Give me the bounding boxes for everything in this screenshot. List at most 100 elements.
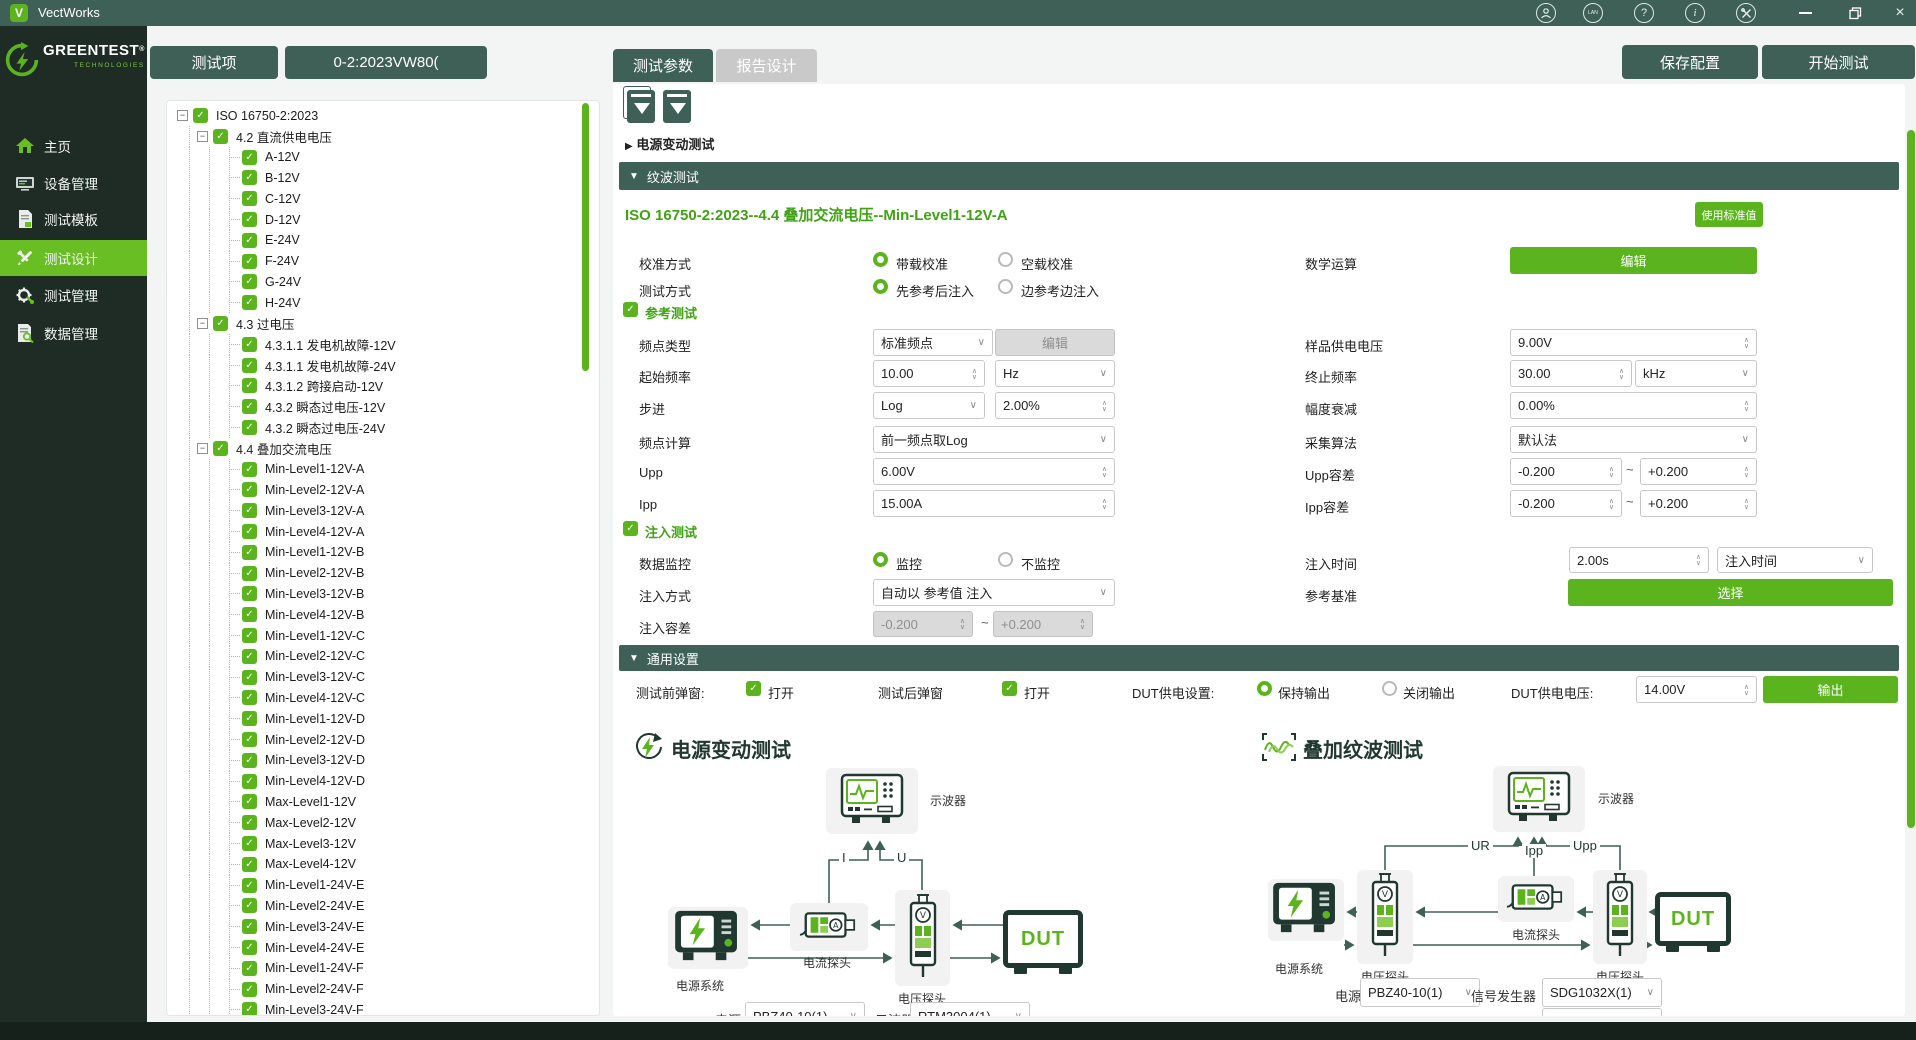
expander-icon[interactable]: − (177, 110, 188, 121)
tree-item[interactable]: Min-Level1-12V-C (167, 625, 365, 646)
upp-tol-min-input[interactable]: -0.200∧∨ (1510, 458, 1622, 485)
pre-popup-checkbox[interactable] (746, 681, 761, 696)
tree-item-label[interactable]: Max-Level2-12V (265, 816, 356, 830)
tree-item-label[interactable]: Min-Level1-12V-A (265, 462, 364, 476)
section-general-header[interactable]: ▼ 通用设置 (619, 645, 1899, 671)
end-freq-input[interactable]: 30.00∧∨ (1510, 360, 1632, 387)
sidebar-item-data[interactable]: 数据管理 (0, 315, 147, 351)
tree-checkbox[interactable] (242, 836, 257, 851)
tree-item-label[interactable]: Min-Level2-12V-C (265, 649, 365, 663)
tree-item[interactable]: Min-Level3-12V-A (167, 500, 364, 521)
tree-item[interactable]: − ISO 16750-2:2023 (167, 105, 318, 126)
tree-checkbox[interactable] (242, 857, 257, 872)
tree-checkbox[interactable] (242, 690, 257, 705)
section-ripple-header[interactable]: ▼ 纹波测试 (619, 162, 1899, 190)
tree-checkbox[interactable] (242, 399, 257, 414)
tree-checkbox[interactable] (242, 670, 257, 685)
sample-voltage-input[interactable]: 9.00V∧∨ (1510, 329, 1757, 356)
tree-checkbox[interactable] (242, 649, 257, 664)
tree-checkbox[interactable] (242, 586, 257, 601)
atten-input[interactable]: 0.00%∧∨ (1510, 392, 1757, 419)
tree-checkbox[interactable] (242, 420, 257, 435)
tree-item-label[interactable]: 4.3.1.1 发电机故障-24V (265, 356, 396, 375)
tree-item[interactable]: Min-Level2-12V-B (167, 563, 364, 584)
tree-item[interactable]: Min-Level1-24V-E (167, 875, 364, 896)
tree-item[interactable]: B-12V (167, 167, 300, 188)
tree-item-label[interactable]: Min-Level3-12V-D (265, 753, 365, 767)
tree-item[interactable]: Min-Level4-12V-B (167, 604, 364, 625)
ipp-input[interactable]: 15.00A∧∨ (873, 490, 1115, 517)
minimize-icon[interactable] (1795, 3, 1815, 23)
radio-noload-cal[interactable] (998, 252, 1013, 267)
tree-checkbox[interactable] (242, 503, 257, 518)
tree-item[interactable]: Min-Level3-12V-C (167, 667, 365, 688)
tree-checkbox[interactable] (242, 295, 257, 310)
tree-item-label[interactable]: Min-Level3-24V-F (265, 1003, 364, 1016)
inject-time-unit-select[interactable]: 注入时间∨ (1717, 547, 1873, 573)
tree-item-label[interactable]: B-12V (265, 171, 300, 185)
radio-ref-while[interactable] (998, 279, 1013, 294)
tree-item[interactable]: −4.2 直流供电电压 (167, 126, 332, 147)
dut-voltage-input[interactable]: 14.00V∧∨ (1636, 676, 1757, 703)
tree-checkbox[interactable] (242, 919, 257, 934)
tree-item-label[interactable]: ISO 16750-2:2023 (216, 109, 318, 123)
start-test-button[interactable]: 开始测试 (1762, 45, 1915, 79)
lan-network-icon[interactable]: LAN (1583, 3, 1603, 23)
tree-checkbox[interactable] (242, 878, 257, 893)
tree-item-label[interactable]: Min-Level1-12V-C (265, 629, 365, 643)
freq-calc-select[interactable]: 前一频点取Log∨ (873, 426, 1115, 453)
tree-checkbox[interactable] (242, 961, 257, 976)
tree-item-label[interactable]: Min-Level1-12V-B (265, 545, 364, 559)
tree-item-label[interactable]: Min-Level4-12V-B (265, 608, 364, 622)
tree-item[interactable]: G-24V (167, 271, 301, 292)
tree-checkbox[interactable] (242, 566, 257, 581)
tree-item-label[interactable]: Min-Level4-24V-E (265, 941, 364, 955)
tree-item[interactable]: Min-Level3-12V-B (167, 583, 364, 604)
tree-item-label[interactable]: D-12V (265, 213, 300, 227)
tree-checkbox[interactable] (242, 732, 257, 747)
tree-item-label[interactable]: C-12V (265, 192, 300, 206)
test-items-button[interactable]: 测试项 (150, 46, 278, 79)
tree-item[interactable]: 4.3.2 瞬态过电压-12V (167, 396, 385, 417)
tree-item-label[interactable]: Min-Level4-12V-A (265, 525, 364, 539)
tree-item[interactable]: Min-Level1-24V-F (167, 958, 364, 979)
radio-monitor-on[interactable] (873, 552, 888, 567)
tree-item[interactable]: Max-Level3-12V (167, 833, 356, 854)
inject-time-input[interactable]: 2.00s∧∨ (1569, 547, 1709, 573)
sidebar-item-device[interactable]: 设备管理 (0, 165, 147, 201)
tree-checkbox[interactable] (242, 607, 257, 622)
tree-item[interactable]: Min-Level1-12V-D (167, 708, 365, 729)
tree-checkbox[interactable] (242, 774, 257, 789)
tree-item-label[interactable]: Min-Level2-24V-E (265, 899, 364, 913)
tree-checkbox[interactable] (242, 233, 257, 248)
tree-item[interactable]: Min-Level4-12V-C (167, 687, 365, 708)
test-id-button[interactable]: 0-2:2023VW80( (285, 46, 487, 79)
tree-item-label[interactable]: Min-Level4-12V-D (265, 774, 365, 788)
tree-item[interactable]: Max-Level4-12V (167, 854, 356, 875)
power-select[interactable]: PBZ40-10(1)∨ (745, 1002, 865, 1016)
tree-item[interactable]: Min-Level2-24V-F (167, 979, 364, 1000)
collapse-all-icon[interactable] (627, 90, 655, 123)
tree-checkbox[interactable] (242, 545, 257, 560)
tree-scrollbar[interactable] (582, 103, 589, 371)
tree-item-label[interactable]: Min-Level4-12V-C (265, 691, 365, 705)
tree-item[interactable]: Max-Level2-12V (167, 812, 356, 833)
radio-keep-output[interactable] (1257, 681, 1272, 696)
radio-monitor-off[interactable] (998, 552, 1013, 567)
tree-item[interactable]: Min-Level3-24V-F (167, 999, 364, 1016)
tree-item-label[interactable]: 4.3.1.2 跨接启动-12V (265, 376, 383, 395)
inject-test-checkbox[interactable] (623, 521, 638, 536)
radio-close-output[interactable] (1382, 681, 1397, 696)
tree-checkbox[interactable] (242, 337, 257, 352)
tree-checkbox[interactable] (242, 191, 257, 206)
radio-ref-first[interactable] (873, 279, 888, 294)
tree-item[interactable]: Min-Level3-24V-E (167, 916, 364, 937)
tree-item[interactable]: Min-Level3-12V-D (167, 750, 365, 771)
info-icon[interactable]: i (1685, 3, 1705, 23)
tree-item-label[interactable]: Min-Level2-24V-F (265, 982, 364, 996)
tree-checkbox[interactable] (242, 212, 257, 227)
tree-item-label[interactable]: Min-Level1-24V-F (265, 961, 364, 975)
scope-select[interactable]: RTM3004(1)∨ (910, 1002, 1030, 1016)
output-button[interactable]: 输出 (1763, 676, 1898, 703)
help-icon[interactable]: ? (1634, 3, 1654, 23)
